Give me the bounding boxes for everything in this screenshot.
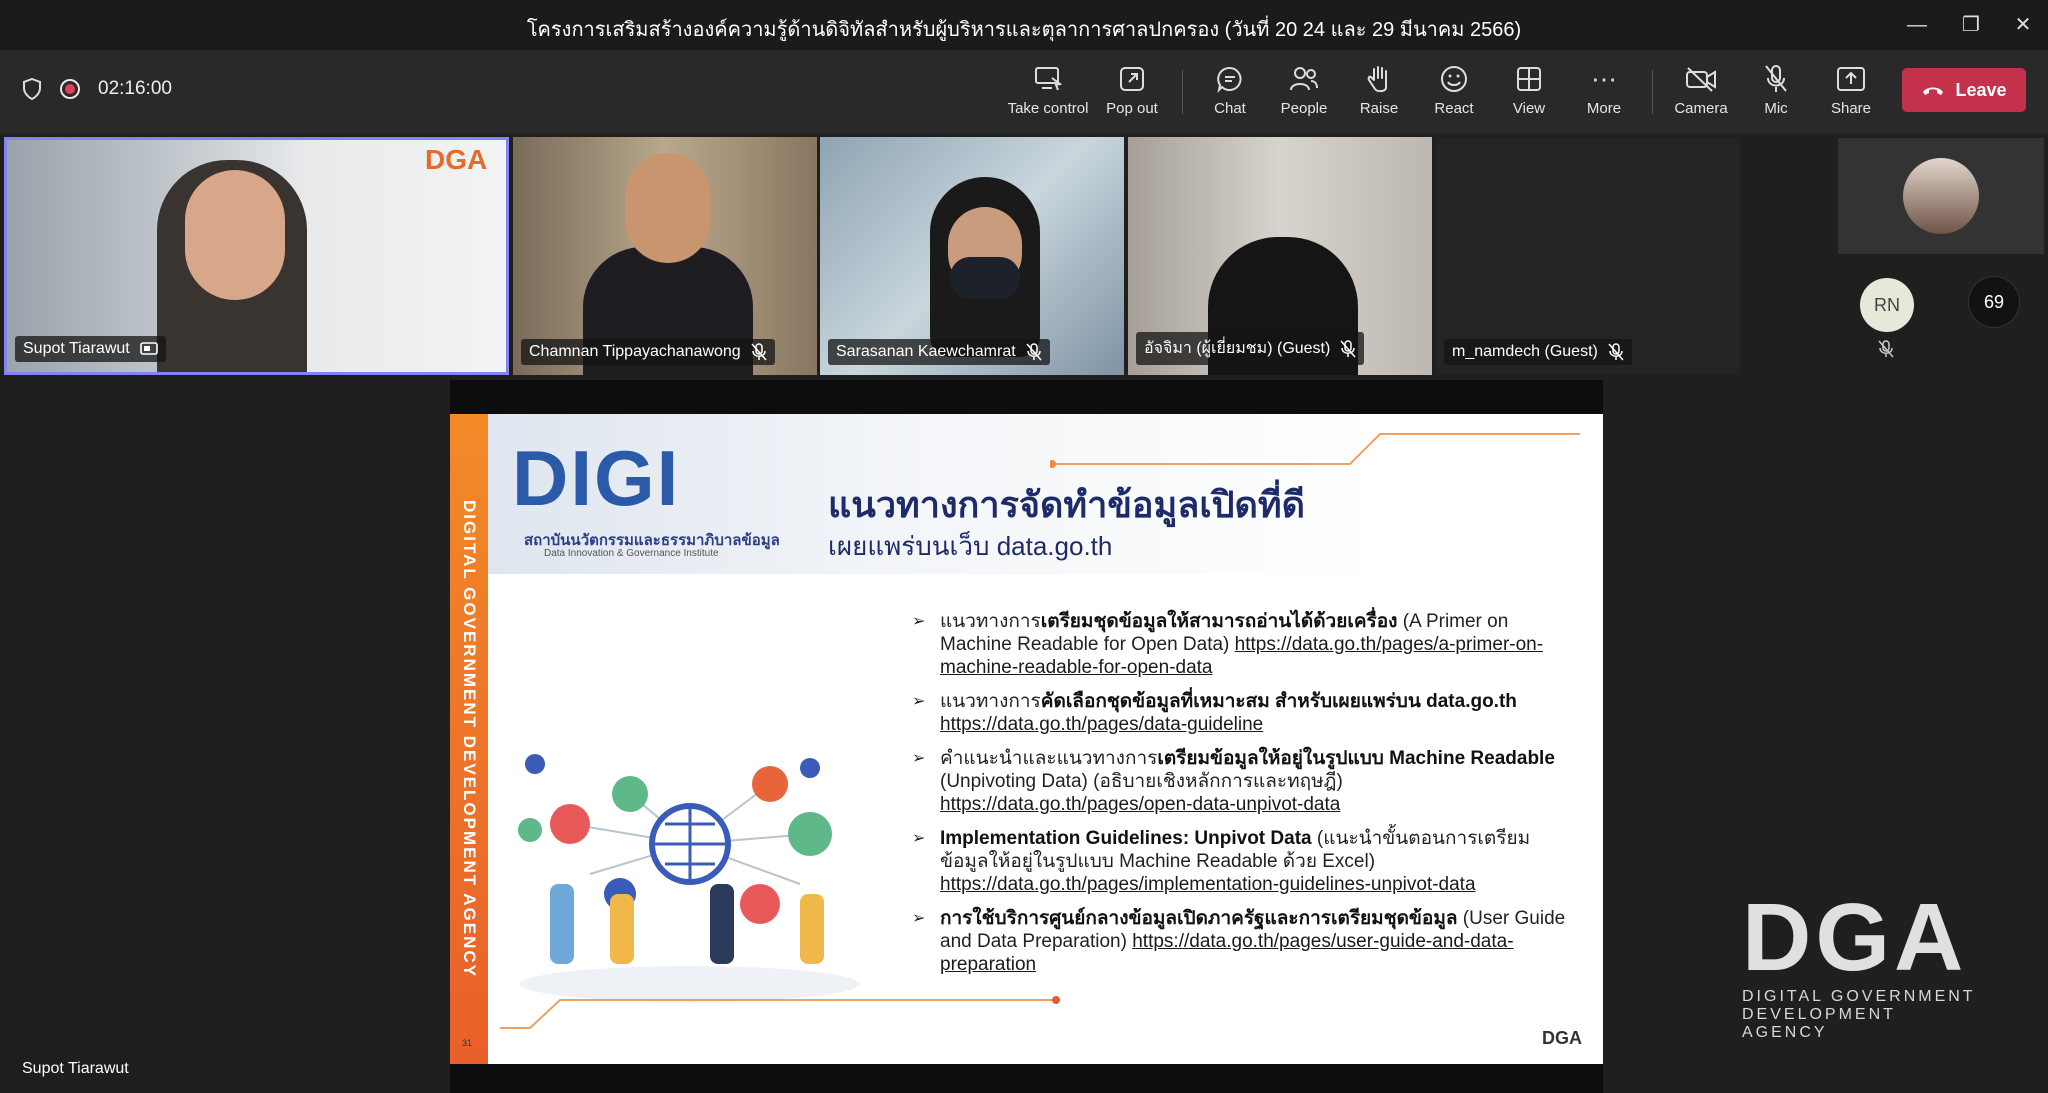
minimize-icon[interactable]: — [1902, 10, 1932, 40]
participant-name: อัจจิมา (ผู้เยี่ยมชม) (Guest) [1144, 340, 1331, 357]
digi-logo: DIGI [512, 434, 681, 522]
slide-subtitle: เผยแพร่บนเว็บ data.go.th [828, 531, 1113, 561]
participant-name: Sarasanan Kaewchamrat [836, 343, 1016, 360]
raise-hand-icon [1367, 66, 1387, 93]
list-item: ➢ แนวทางการคัดเลือกชุดข้อมูลที่เหมาะสม สำ… [912, 691, 1517, 735]
recording-icon [60, 79, 80, 99]
list-item: ➢ การใช้บริการศูนย์กลางข้อมูลเปิดภาครัฐแล… [912, 908, 1566, 975]
maximize-icon[interactable]: ❐ [1956, 10, 1986, 40]
more-button[interactable]: ⋯ More [1562, 63, 1646, 118]
pop-out-icon [1120, 67, 1144, 91]
participant-name: Supot Tiarawut [23, 340, 130, 357]
video-tile-3[interactable]: Sarasanan Kaewchamrat [820, 137, 1124, 375]
list-item: ➢ คำแนะนำและแนวทางการเตรียมข้อมูลให้อยู่ใ… [912, 748, 1555, 815]
take-control-button[interactable]: Take control [1006, 64, 1090, 117]
meeting-toolbar: 02:16:00 Take control Pop out Chat Peopl… [0, 50, 2048, 134]
video-tile-2[interactable]: Chamnan Tippayachanawong [513, 137, 817, 375]
speaker-name-label: Supot Tiarawut [14, 1056, 137, 1082]
presentation-slide: DIGITAL GOVERNMENT DEVELOPMENT AGENCY DI… [450, 414, 1603, 1064]
pop-out-button[interactable]: Pop out [1090, 64, 1174, 117]
share-button[interactable]: Share [1809, 64, 1893, 117]
view-grid-icon [1517, 67, 1541, 91]
meeting-timer: 02:16:00 [98, 78, 172, 99]
slide-title: แนวทางการจัดทำข้อมูลเปิดที่ดี [828, 484, 1305, 525]
mic-off-icon [1026, 343, 1042, 361]
mic-off-icon [1340, 339, 1356, 357]
chat-button[interactable]: Chat [1188, 64, 1272, 117]
mic-off-icon [1608, 343, 1624, 361]
bullet-list: ➢ แนวทางการเตรียมชุดข้อมูลให้สามารถอ่านได… [910, 610, 1570, 987]
decor-line [1050, 433, 1580, 468]
link[interactable]: https://data.go.th/pages/implementation-… [940, 874, 1476, 895]
mic-off-icon [1878, 340, 1894, 358]
video-tile-4[interactable]: อัจจิมา (ผู้เยี่ยมชม) (Guest) [1128, 137, 1432, 375]
avatar[interactable]: RN [1860, 278, 1914, 332]
video-tile-5[interactable]: m_namdech (Guest) [1436, 137, 1740, 375]
shared-screen: DIGITAL GOVERNMENT DEVELOPMENT AGENCY DI… [450, 380, 1603, 1093]
participant-name: Chamnan Tippayachanawong [529, 343, 741, 360]
camera-button[interactable]: Camera [1659, 64, 1743, 117]
self-avatar [1903, 158, 1979, 234]
people-icon [1290, 67, 1318, 91]
self-view-tile[interactable] [1838, 138, 2044, 254]
react-button[interactable]: React [1412, 64, 1496, 117]
dga-watermark: DGA DIGITAL GOVERNMENT DEVELOPMENT AGENC… [1742, 884, 1976, 1042]
dga-backdrop-logo: DGA [425, 144, 488, 175]
link[interactable]: https://data.go.th/pages/open-data-unpiv… [940, 794, 1340, 815]
take-control-icon [1035, 67, 1062, 91]
leave-button[interactable]: Leave [1902, 68, 2026, 112]
share-icon [1837, 67, 1865, 91]
participant-overflow-count[interactable]: 69 [1968, 276, 2020, 328]
vertical-agency-text: DIGITAL GOVERNMENT DEVELOPMENT AGENCY [460, 500, 479, 978]
people-button[interactable]: People [1262, 64, 1346, 117]
more-icon: ⋯ [1591, 63, 1617, 94]
react-icon [1441, 66, 1467, 92]
video-tile-1[interactable]: DGA Supot Tiarawut [4, 137, 509, 375]
dga-small-logo: DGA [1542, 1028, 1582, 1048]
view-button[interactable]: View [1487, 64, 1571, 117]
mic-off-icon [751, 343, 767, 361]
open-data-illustration [518, 754, 860, 1002]
window-title: โครงการเสริมสร้างองค์ความรู้ด้านดิจิทัลส… [526, 19, 1522, 41]
raise-hand-button[interactable]: Raise [1337, 64, 1421, 117]
camera-off-icon [1686, 67, 1716, 92]
shield-icon [23, 78, 41, 100]
mic-off-icon [1765, 65, 1787, 92]
page-number: 31 [462, 1038, 473, 1048]
chat-icon [1217, 66, 1242, 93]
slide-side-bar: DIGITAL GOVERNMENT DEVELOPMENT AGENCY [450, 414, 488, 1064]
screen-share-icon [139, 342, 158, 355]
list-item: ➢ แนวทางการเตรียมชุดข้อมูลให้สามารถอ่านได… [912, 611, 1544, 678]
phone-hangup-icon [1923, 87, 1944, 95]
close-icon[interactable]: ✕ [2008, 10, 2038, 40]
list-item: ➢ Implementation Guidelines: Unpivot Data… [912, 828, 1531, 895]
decor-line-bottom [500, 996, 1060, 1029]
mic-button[interactable]: Mic [1734, 64, 1818, 117]
title-bar: โครงการเสริมสร้างองค์ความรู้ด้านดิจิทัลส… [0, 0, 2048, 50]
participant-name: m_namdech (Guest) [1452, 343, 1598, 360]
digi-org-english: Data Innovation & Governance Institute [544, 548, 719, 559]
link[interactable]: https://data.go.th/pages/data-guideline [940, 714, 1263, 735]
